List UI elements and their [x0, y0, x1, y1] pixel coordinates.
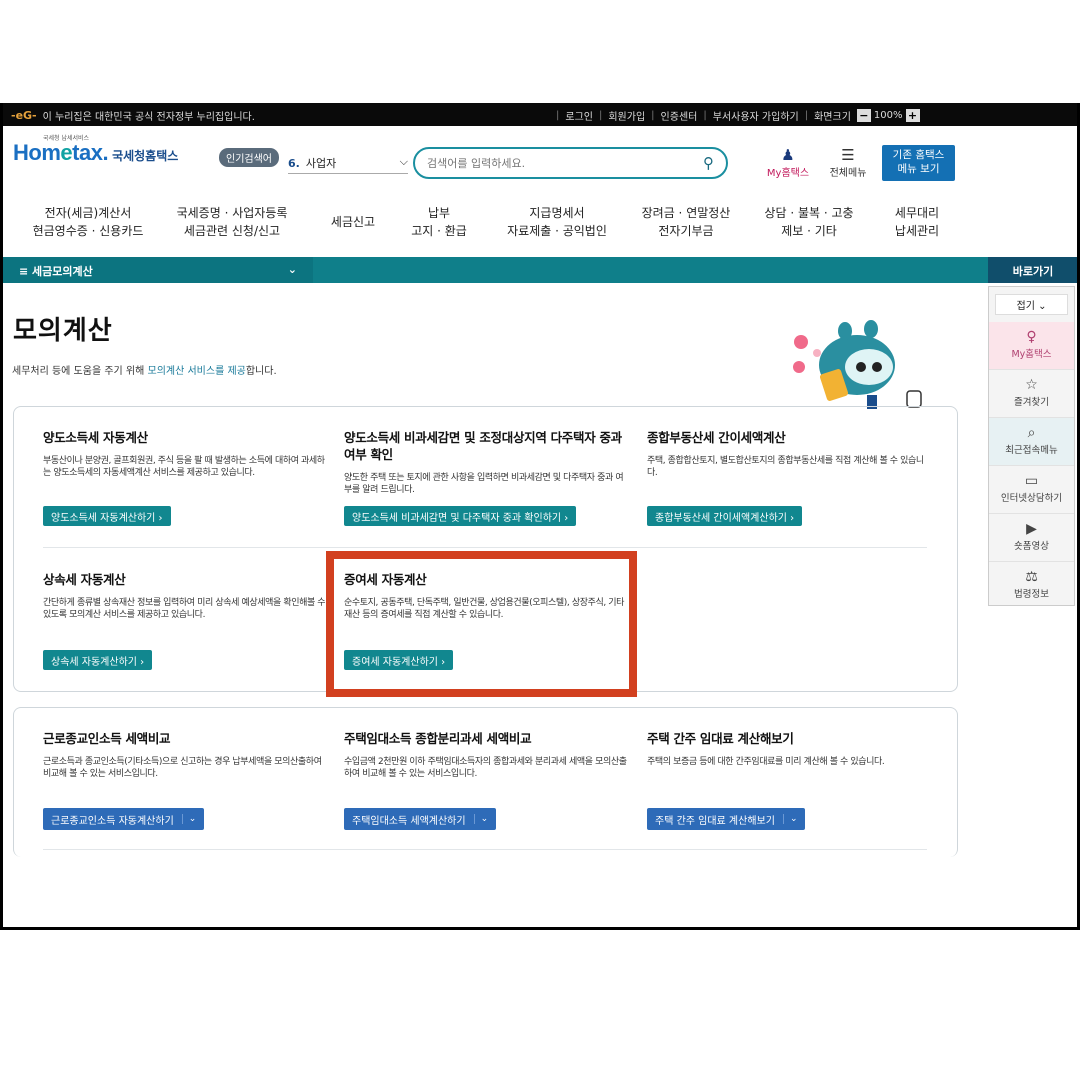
zoom-out-button[interactable]: − — [856, 109, 871, 122]
quick-links-title: 바로가기 — [988, 257, 1077, 283]
highlight-box — [326, 551, 637, 697]
nav-payment[interactable]: 납부 고지 · 환급 — [399, 204, 479, 240]
calc-item: 주택임대소득 종합분리과세 세액비교 수입금액 2천만원 이하 주택임대소득자의… — [344, 730, 629, 780]
cert-center-link[interactable]: 인증센터 — [661, 108, 698, 123]
search-box: ⚲ — [413, 147, 728, 179]
calc-desc: 주택, 종합합산토지, 별도합산토지의 종합부동산세를 직접 계산해 볼 수 있… — [647, 456, 924, 478]
deemed-rent-calc-button[interactable]: 주택 간주 임대료 계산해보기 ⌄ — [647, 808, 806, 830]
user-icon: ♀ — [1026, 329, 1037, 345]
quick-online-consult[interactable]: ▭ 인터넷상담하기 — [989, 466, 1074, 514]
section-bar: ≡ 세금모의계산 ⌄ 바로가기 — [3, 257, 1077, 283]
dept-user-signup-link[interactable]: 부서사용자 가입하기 — [713, 108, 799, 123]
zoom-value: 100% — [873, 110, 903, 121]
nav-consulting[interactable]: 상담 · 불복 · 고충 제보 · 기타 — [755, 204, 863, 240]
nav-tax-agent[interactable]: 세무대리 납세관리 — [875, 204, 959, 240]
page-title: 모의계산 — [13, 316, 113, 346]
gov-banner: -eG- 이 누리집은 대한민국 공식 전자정부 누리집입니다. | 로그인 |… — [3, 103, 1077, 126]
logo-subtitle: 국세청홈택스 — [112, 149, 179, 163]
calc-title: 종합부동산세 간이세액계산 — [647, 430, 786, 445]
quick-links-panel: 접기 ⌄ ♀ My홈택스 ☆ 즐겨찾기 ⌕ 최근접속메뉴 ▭ 인터넷상담하기 ▶ 숏폼영상… — [988, 286, 1075, 606]
nav-statements[interactable]: 지급명세서 자료제출 · 공익법인 — [495, 204, 619, 240]
gavel-icon: ⚖ — [1025, 569, 1038, 585]
login-link[interactable]: 로그인 — [565, 108, 593, 123]
chevron-down-icon: ⌄ — [287, 263, 297, 276]
calc-title: 근로종교인소득 세액비교 — [43, 731, 171, 746]
hometax-logo[interactable]: 국세청 납세서비스 Hometax. 국세청홈택스 — [13, 135, 179, 166]
all-menu-button[interactable]: ☰ 전체메뉴 — [821, 146, 875, 179]
my-hometax-button[interactable]: ♟ My홈택스 — [761, 146, 815, 179]
section-menu-dropdown[interactable]: ≡ 세금모의계산 ⌄ — [3, 257, 313, 283]
nav-tax-filing[interactable]: 세금신고 — [321, 213, 385, 231]
calc-title: 양도소득세 비과세감면 및 조정대상지역 다주택자 중과 여부 확인 — [344, 430, 622, 462]
rental-income-calc-button[interactable]: 주택임대소득 세액계산하기 ⌄ — [344, 808, 497, 830]
search-input[interactable] — [427, 156, 703, 170]
calc-item: 종합부동산세 간이세액계산 주택, 종합합산토지, 별도합산토지의 종합부동산세… — [647, 429, 932, 479]
site-header: 국세청 납세서비스 Hometax. 국세청홈택스 인기검색어 6. 사업자 ⌵ … — [3, 126, 1077, 188]
inheritance-calc-button[interactable]: 상속세 자동계산하기 › — [43, 650, 153, 670]
star-icon: ☆ — [1025, 377, 1038, 393]
calc-item: 주택 간주 임대료 계산해보기 주택의 보증금 등에 대한 간주임대료를 미리 … — [647, 730, 932, 768]
calc-title: 주택임대소득 종합분리과세 세액비교 — [344, 731, 532, 746]
property-tax-calc-button[interactable]: 종합부동산세 간이세액계산하기 › — [647, 506, 803, 526]
exemption-check-button[interactable]: 양도소득세 비과세감면 및 다주택자 중과 확인하기 › — [344, 506, 577, 526]
quick-favorites[interactable]: ☆ 즐겨찾기 — [989, 370, 1074, 418]
nav-incentives[interactable]: 장려금 · 연말정산 전자기부금 — [631, 204, 741, 240]
chevron-down-icon[interactable]: ⌵ — [400, 155, 408, 171]
play-icon: ▶ — [1026, 521, 1037, 537]
calc-desc: 간단하게 종류별 상속재산 정보를 입력하여 미리 상속세 예상세액을 확인해볼… — [43, 598, 326, 620]
mascot-illustration — [793, 320, 922, 409]
browser-frame: -eG- 이 누리집은 대한민국 공식 전자정부 누리집입니다. | 로그인 |… — [0, 103, 1080, 930]
card-divider — [43, 547, 927, 548]
calc-item: 근로종교인소득 세액비교 근로소득과 종교인소득(기타소득)으로 신고하는 경우… — [43, 730, 328, 780]
popular-search-badge: 인기검색어 — [219, 148, 279, 167]
logo-brand: Hometax. — [13, 140, 109, 165]
calc-item: 양도소득세 비과세감면 및 조정대상지역 다주택자 중과 여부 확인 양도한 주… — [344, 429, 629, 496]
calc-title: 주택 간주 임대료 계산해보기 — [647, 731, 794, 746]
calc-item: 양도소득세 자동계산 부동산이나 분양권, 골프회원권, 주식 등을 팔 때 발… — [43, 429, 328, 479]
logo-tagline: 국세청 납세서비스 — [43, 135, 90, 142]
gov-notice[interactable]: 이 누리집은 대한민국 공식 전자정부 누리집입니다. — [43, 108, 255, 123]
capital-gains-calc-button[interactable]: 양도소득세 자동계산하기 › — [43, 506, 171, 526]
quick-short-video[interactable]: ▶ 숏폼영상 — [989, 514, 1074, 562]
nav-certificates[interactable]: 국세증명 · 사업자등록 세금관련 신청/신고 — [169, 204, 295, 240]
signup-link[interactable]: 회원가입 — [608, 108, 645, 123]
main-nav: 전자(세금)계산서 현금영수증 · 신용카드 국세증명 · 사업자등록 세금관련 신… — [3, 203, 963, 255]
calc-title: 양도소득세 자동계산 — [43, 430, 148, 445]
quick-law-info[interactable]: ⚖ 법령정보 — [989, 562, 1074, 610]
laptop-icon: ▭ — [1024, 473, 1039, 489]
calc-desc: 부동산이나 분양권, 골프회원권, 주식 등을 팔 때 발생하는 소득에 대하여… — [43, 456, 325, 478]
religious-income-calc-button[interactable]: 근로종교인소득 자동계산하기 ⌄ — [43, 808, 205, 830]
screen-size-label: 화면크기 — [814, 112, 851, 123]
calc-desc: 근로소득과 종교인소득(기타소득)으로 신고하는 경우 납부세액을 모의산출하여… — [43, 757, 322, 779]
nav-e-invoice[interactable]: 전자(세금)계산서 현금영수증 · 신용카드 — [25, 204, 151, 240]
quick-recent-menu[interactable]: ⌕ 최근접속메뉴 — [989, 418, 1074, 466]
calc-item: 상속세 자동계산 간단하게 종류별 상속재산 정보를 입력하여 미리 상속세 예… — [43, 571, 328, 621]
user-icon: ♟ — [781, 146, 795, 164]
page-description: 세무처리 등에 도움을 주기 위해 모의계산 서비스를 제공합니다. — [12, 366, 277, 377]
egov-logo: -eG- — [11, 109, 37, 122]
card-divider — [43, 849, 927, 850]
search-icon[interactable]: ⚲ — [703, 154, 714, 172]
hamburger-icon: ☰ — [841, 146, 855, 164]
recent-search-icon: ⌕ — [1027, 425, 1036, 441]
trending-keyword[interactable]: 6. 사업자 ⌵ — [288, 155, 408, 174]
chevron-down-icon[interactable]: ⌄ — [473, 814, 488, 824]
calc-title: 상속세 자동계산 — [43, 572, 126, 587]
chevron-down-icon[interactable]: ⌄ — [181, 814, 196, 824]
legacy-hometax-button[interactable]: 기존 홈택스 메뉴 보기 — [882, 145, 955, 181]
calc-desc: 수입금액 2천만원 이하 주택임대소득자의 종합과세와 분리과세 세액을 모의산… — [344, 757, 627, 779]
zoom-in-button[interactable]: + — [905, 109, 920, 122]
chevron-down-icon[interactable]: ⌄ — [782, 814, 797, 824]
quick-my-hometax[interactable]: ♀ My홈택스 — [989, 322, 1074, 370]
fold-button[interactable]: 접기 ⌄ — [995, 294, 1068, 315]
calc-desc: 양도한 주택 또는 토지에 관한 사항을 입력하면 비과세감면 및 다주택자 중… — [344, 473, 624, 495]
calc-desc: 주택의 보증금 등에 대한 간주임대료를 미리 계산해 볼 수 있습니다. — [647, 757, 885, 767]
